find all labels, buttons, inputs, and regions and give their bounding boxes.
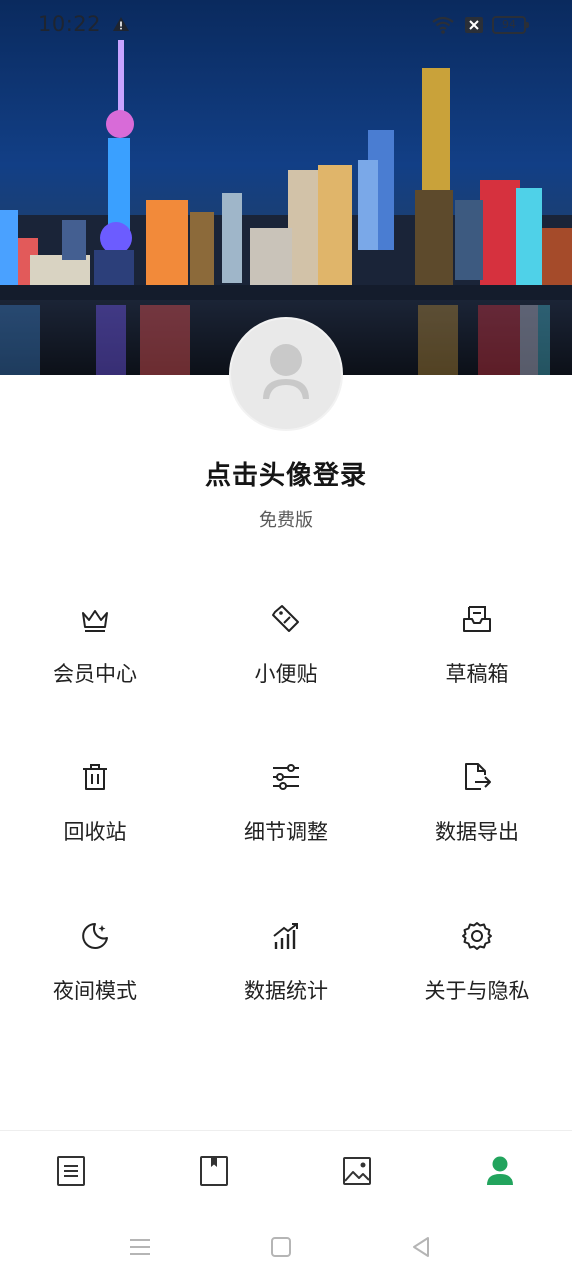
battery-level: 94 [502, 18, 516, 31]
bottom-tab-bar [0, 1130, 572, 1212]
status-bar: 10:22 94 [0, 0, 572, 52]
menu-item-drafts[interactable]: 草稿箱 [382, 560, 572, 700]
menu-item-label: 细节调整 [244, 820, 328, 844]
warning-icon [112, 16, 130, 36]
document-icon [57, 1156, 85, 1186]
menu-item-label: 回收站 [63, 820, 127, 844]
menu-item-label: 数据导出 [435, 820, 519, 844]
battery-icon: 94 [492, 16, 529, 34]
plan-label: 免费版 [259, 510, 313, 531]
trash-icon [83, 764, 107, 790]
menu-item-label: 关于与隐私 [424, 979, 530, 1003]
tab-notebook[interactable] [143, 1131, 286, 1213]
menu-nav-icon[interactable] [125, 1232, 155, 1262]
tab-notes[interactable] [0, 1131, 143, 1213]
menu-item-about-privacy[interactable]: 关于与隐私 [382, 877, 572, 1017]
status-time: 10:22 [38, 12, 102, 36]
image-icon [343, 1157, 371, 1185]
gear-icon [462, 922, 492, 950]
menu-item-label: 会员中心 [53, 662, 137, 686]
back-nav-icon[interactable] [406, 1232, 436, 1262]
sliders-icon [273, 764, 299, 790]
inbox-tray-icon [463, 606, 491, 632]
menu-item-sticky-notes[interactable]: 小便贴 [191, 560, 381, 700]
sim-off-icon [464, 16, 484, 38]
menu-item-recycle-bin[interactable]: 回收站 [0, 718, 190, 858]
menu-item-statistics[interactable]: 数据统计 [191, 877, 381, 1017]
tab-gallery[interactable] [286, 1131, 429, 1213]
user-icon [487, 1156, 513, 1185]
chart-up-icon [273, 923, 298, 949]
home-nav-icon[interactable] [266, 1232, 296, 1262]
tag-icon [272, 605, 299, 632]
book-icon [200, 1156, 228, 1186]
menu-item-label: 草稿箱 [445, 662, 509, 686]
wifi-icon [431, 15, 455, 39]
crown-icon [82, 610, 108, 632]
menu-item-data-export[interactable]: 数据导出 [382, 718, 572, 858]
menu-item-detail-settings[interactable]: 细节调整 [191, 718, 381, 858]
menu-item-label: 数据统计 [244, 979, 328, 1003]
menu-item-membership[interactable]: 会员中心 [0, 560, 190, 700]
menu-item-label: 小便贴 [254, 662, 318, 686]
menu-item-night-mode[interactable]: 夜间模式 [0, 877, 190, 1017]
tab-profile[interactable] [429, 1131, 572, 1213]
login-prompt[interactable]: 点击头像登录 [0, 455, 572, 492]
file-export-icon [465, 763, 491, 790]
avatar[interactable] [229, 317, 343, 431]
user-placeholder-icon [263, 344, 309, 399]
system-navigation-bar [0, 1212, 572, 1280]
moon-icon [82, 923, 108, 949]
menu-item-label: 夜间模式 [53, 979, 137, 1003]
